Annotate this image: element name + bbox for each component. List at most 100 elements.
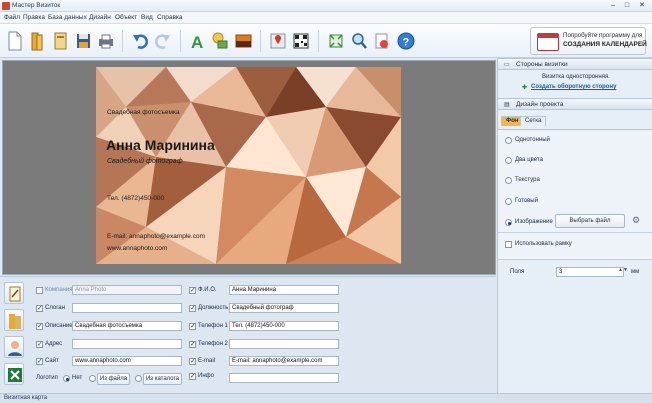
business-card[interactable]: Свадебная фотосъемка Анна Маринина Сваде… bbox=[96, 67, 401, 264]
qr-code-icon[interactable] bbox=[291, 30, 311, 52]
toolbar-separator bbox=[260, 30, 261, 52]
bg-image-radio[interactable] bbox=[505, 219, 512, 226]
position-input[interactable]: Свадебный фотограф bbox=[229, 303, 339, 313]
site-checkbox[interactable] bbox=[36, 357, 43, 365]
zoom-icon[interactable] bbox=[349, 30, 369, 52]
choose-file-button[interactable]: Выбрать файл bbox=[555, 214, 625, 228]
site-input[interactable]: www.annaphoto.com bbox=[72, 356, 182, 366]
card-name[interactable]: Анна Маринина bbox=[106, 137, 215, 153]
maximize-button[interactable]: □ bbox=[622, 1, 632, 10]
site-label: Сайт bbox=[45, 358, 59, 364]
properties-panel: ▭ Стороны визитки Визитка односторонняя. … bbox=[497, 58, 652, 393]
card-email[interactable]: E-mail: annaphoto@example.com bbox=[107, 233, 205, 240]
status-bar: Визитная карта bbox=[0, 393, 652, 403]
logo-none-radio[interactable] bbox=[63, 375, 70, 382]
promo-line1: Попробуйте программу для bbox=[563, 32, 643, 39]
save-icon[interactable] bbox=[73, 30, 93, 52]
bg-solid-radio[interactable] bbox=[505, 137, 512, 144]
phone1-checkbox[interactable] bbox=[189, 322, 196, 330]
bg-texture-radio[interactable] bbox=[505, 177, 512, 184]
undo-icon[interactable] bbox=[130, 30, 150, 52]
description-checkbox[interactable] bbox=[36, 322, 43, 330]
address-input[interactable] bbox=[72, 339, 182, 349]
logo-catalog-radio[interactable] bbox=[135, 375, 142, 382]
address-checkbox[interactable] bbox=[36, 340, 43, 348]
logo-file-radio[interactable] bbox=[89, 375, 96, 382]
menu-design[interactable]: Дизайн bbox=[89, 14, 111, 21]
fit-view-icon[interactable] bbox=[326, 30, 346, 52]
stepper-icon[interactable]: ▲▼ bbox=[618, 267, 628, 273]
close-button[interactable]: ✕ bbox=[637, 1, 647, 10]
design-icon: ▤ bbox=[504, 102, 510, 108]
company-checkbox[interactable] bbox=[36, 287, 43, 294]
gear-icon[interactable]: ⚙ bbox=[632, 215, 640, 226]
menu-view[interactable]: Вид bbox=[141, 14, 153, 21]
description-input[interactable]: Свадебная фотосъемка bbox=[72, 321, 182, 331]
template-icon[interactable] bbox=[50, 30, 70, 52]
margins-label: Поля bbox=[510, 269, 525, 275]
card-phone[interactable]: Тел. (4872)450-000 bbox=[107, 195, 164, 202]
add-shape-icon[interactable] bbox=[210, 30, 230, 52]
menu-object[interactable]: Объект bbox=[115, 14, 137, 21]
company-input[interactable]: Anna Photo bbox=[72, 285, 182, 295]
calendar-promo-button[interactable]: Попробуйте программу для СОЗДАНИЯ КАЛЕНД… bbox=[530, 27, 647, 55]
bg-ready-radio[interactable] bbox=[505, 198, 512, 205]
title-bar: Мастер Визиток – □ ✕ bbox=[0, 0, 652, 12]
card-tagline[interactable]: Свадебная фотосъемка bbox=[107, 109, 180, 116]
sides-header[interactable]: ▭ Стороны визитки bbox=[498, 58, 652, 70]
contacts-tab-icon[interactable] bbox=[4, 336, 24, 358]
fio-input[interactable]: Анна Маринина bbox=[229, 285, 339, 295]
phone2-checkbox[interactable] bbox=[189, 340, 196, 348]
email-checkbox[interactable] bbox=[189, 357, 196, 365]
design-header[interactable]: ▤ Дизайн проекта bbox=[498, 98, 652, 110]
add-image-icon[interactable] bbox=[233, 30, 253, 52]
info-input[interactable] bbox=[229, 373, 339, 383]
add-text-icon[interactable]: A bbox=[187, 30, 207, 52]
excel-import-icon[interactable] bbox=[4, 363, 24, 385]
fio-checkbox[interactable] bbox=[189, 286, 196, 294]
minimize-button[interactable]: – bbox=[608, 1, 618, 10]
print-preview-icon[interactable] bbox=[372, 30, 392, 52]
email-input[interactable]: E-mail: annaphoto@example.com bbox=[229, 356, 339, 366]
promo-line2: СОЗДАНИЯ КАЛЕНДАРЕЙ bbox=[563, 41, 647, 48]
help-icon[interactable]: ? bbox=[396, 30, 416, 52]
print-icon[interactable] bbox=[96, 30, 116, 52]
new-file-icon[interactable] bbox=[4, 30, 24, 52]
position-label: Должность bbox=[198, 305, 229, 311]
phone1-label: Телефон 1 bbox=[198, 323, 228, 329]
sides-icon: ▭ bbox=[504, 62, 510, 68]
phone1-input[interactable]: Тел. (4872)450-000 bbox=[229, 321, 339, 331]
svg-text:?: ? bbox=[403, 37, 410, 49]
card-site[interactable]: www.annaphoto.com bbox=[107, 245, 167, 252]
logo-none-label: Нет bbox=[72, 375, 83, 381]
bg-image-label: Изображение bbox=[515, 219, 553, 225]
redo-icon[interactable] bbox=[153, 30, 173, 52]
position-checkbox[interactable] bbox=[189, 304, 196, 312]
menu-bar: Файл Правка База данных Дизайн Объект Ви… bbox=[0, 12, 652, 24]
text-fields-tab-icon[interactable] bbox=[4, 282, 24, 304]
menu-edit[interactable]: Правка bbox=[23, 14, 45, 21]
templates-tab-icon[interactable] bbox=[4, 309, 24, 331]
menu-file[interactable]: Файл bbox=[4, 14, 20, 21]
info-checkbox[interactable] bbox=[189, 372, 196, 380]
bg-two-colors-radio[interactable] bbox=[505, 157, 512, 164]
toolbar-separator bbox=[318, 30, 319, 52]
use-frame-checkbox[interactable] bbox=[505, 241, 512, 248]
divider bbox=[498, 232, 652, 233]
tab-grid[interactable]: Сетка bbox=[520, 116, 547, 126]
card-role[interactable]: Свадебный фотограф bbox=[107, 158, 183, 165]
menu-help[interactable]: Справка bbox=[157, 14, 183, 21]
address-label: Адрес bbox=[45, 341, 63, 347]
add-back-side-icon: ✚ bbox=[522, 85, 528, 91]
create-back-side-link[interactable]: Создать оборотную сторону bbox=[531, 84, 616, 90]
calendar-icon bbox=[537, 33, 559, 51]
menu-database[interactable]: База данных bbox=[48, 14, 87, 21]
open-folder-icon[interactable] bbox=[27, 30, 47, 52]
phone2-input[interactable] bbox=[229, 339, 339, 349]
slogan-input[interactable] bbox=[72, 303, 182, 313]
map-icon[interactable] bbox=[268, 30, 288, 52]
logo-from-catalog-button[interactable]: Из каталога bbox=[143, 373, 182, 385]
logo-from-file-button[interactable]: Из файла bbox=[97, 373, 130, 385]
margins-input[interactable]: 3 bbox=[556, 267, 624, 277]
slogan-checkbox[interactable] bbox=[36, 304, 43, 312]
